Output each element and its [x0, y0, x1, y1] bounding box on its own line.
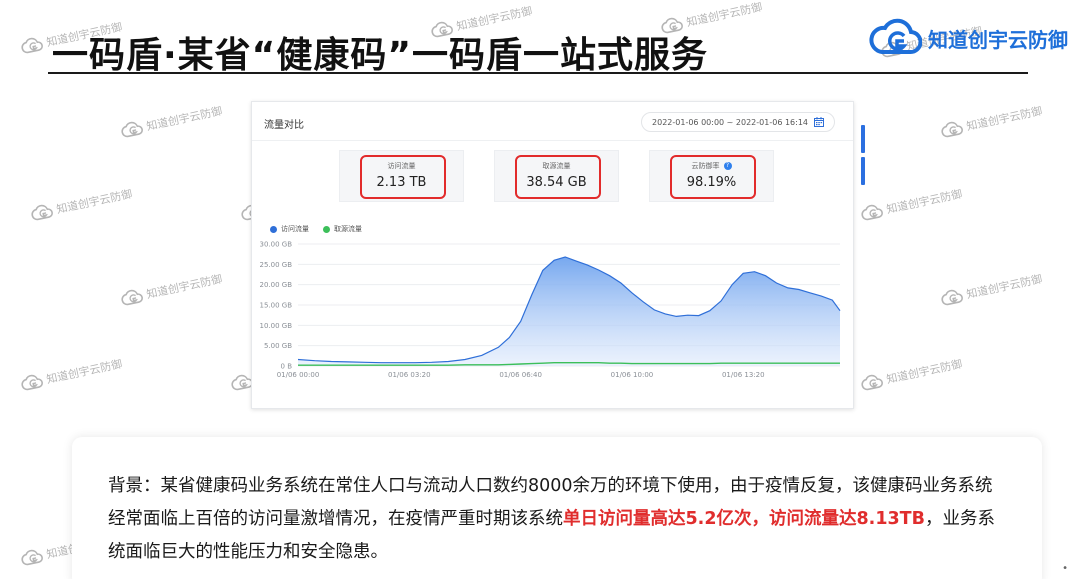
background-text: 背景：某省健康码业务系统在常住人口与流动人口数约8000余万的环境下使用，由于疫… [108, 470, 1008, 569]
watermark: 知道创宇云防御 [859, 184, 963, 223]
chart-legend: 访问流量 取源流量 [270, 224, 362, 234]
panel-title: 流量对比 [264, 120, 304, 131]
watermark: 知道创宇云防御 [119, 101, 223, 140]
background-highlight: 单日访问量高达5.2亿次，访问流量达8.13TB [563, 509, 925, 529]
date-range-picker[interactable]: 2022-01-06 00:00 ~ 2022-01-06 16:14 [641, 112, 835, 132]
page-marker: • [1062, 563, 1068, 574]
brand-name: 知道创宇云防御 [928, 27, 1068, 52]
panel-divider [252, 140, 853, 141]
slide-title: 一码盾·某省“健康码”一码盾一站式服务 [52, 35, 708, 76]
watermark-text: 知道创宇云防御 [45, 357, 124, 387]
traffic-area-chart: 30.00 GB 25.00 GB 20.00 GB 15.00 GB 10.00 GB… [260, 241, 841, 379]
title-underline [48, 72, 1028, 74]
y-tick-label: 20.00 GB [260, 281, 293, 289]
watermark-text: 知道创宇云防御 [965, 104, 1044, 134]
stat-card-defense-rate: 云防御率? 98.19% [649, 150, 774, 202]
brand: 知道创宇云防御 [868, 18, 1068, 58]
watermark-text: 知道创宇云防御 [55, 187, 134, 217]
legend-dot [323, 225, 330, 233]
traffic-dashboard-panel: 流量对比 2022-01-06 00:00 ~ 2022-01-06 16:14… [251, 101, 854, 409]
watermark-text: 知道创宇云防御 [965, 272, 1044, 302]
highlight-box [670, 155, 756, 199]
legend-dot [270, 225, 277, 233]
stat-card-origin-traffic: 取源流量 38.54 GB [494, 150, 619, 202]
legend-item-origin[interactable]: 取源流量 [323, 224, 362, 234]
legend-label: 取源流量 [334, 225, 362, 233]
x-tick-label: 01/06 13:20 [722, 371, 765, 379]
y-tick-label: 25.00 GB [260, 261, 293, 269]
highlight-box [515, 155, 601, 199]
watermark-logo-icon [941, 289, 963, 306]
y-tick-label: 0 B [281, 363, 293, 371]
x-tick-label: 01/06 00:00 [277, 371, 320, 379]
x-tick-label: 01/06 10:00 [611, 371, 654, 379]
date-range-text: 2022-01-06 00:00 ~ 2022-01-06 16:14 [652, 117, 808, 127]
cloud-g-logo-icon [869, 18, 922, 54]
watermark: 知道创宇云防御 [29, 184, 133, 223]
y-tick-label: 5.00 GB [264, 342, 292, 350]
calendar-icon[interactable] [814, 117, 824, 127]
watermark-logo-icon [21, 549, 43, 566]
legend-item-access[interactable]: 访问流量 [270, 224, 309, 234]
watermark-logo-icon [31, 204, 53, 221]
watermark: 知道创宇云防御 [939, 269, 1043, 308]
watermark-logo-icon [861, 374, 883, 391]
watermark-logo-icon [861, 204, 883, 221]
watermark: 知道创宇云防御 [939, 101, 1043, 140]
x-tick-label: 01/06 06:40 [499, 371, 542, 379]
watermark-logo-icon [121, 121, 143, 138]
watermark-logo-icon [941, 121, 963, 138]
watermark-text: 知道创宇云防御 [145, 272, 224, 302]
legend-label: 访问流量 [281, 225, 309, 233]
stat-card-access-traffic: 访问流量 2.13 TB [339, 150, 464, 202]
watermark-logo-icon [21, 374, 43, 391]
y-tick-label: 15.00 GB [260, 302, 293, 310]
x-tick-label: 01/06 03:20 [388, 371, 431, 379]
scroll-indicator[interactable] [861, 125, 865, 153]
watermark: 知道创宇云防御 [119, 269, 223, 308]
watermark: 知道创宇云防御 [19, 354, 123, 393]
watermark-text: 知道创宇云防御 [885, 187, 964, 217]
y-tick-label: 10.00 GB [260, 322, 293, 330]
scroll-indicator[interactable] [861, 157, 865, 185]
watermark-text: 知道创宇云防御 [145, 104, 224, 134]
y-tick-label: 30.00 GB [260, 241, 293, 249]
watermark-logo-icon [121, 289, 143, 306]
watermark-logo-icon [21, 37, 43, 54]
side-scroll-indicators [861, 125, 865, 189]
highlight-box [360, 155, 446, 199]
watermark: 知道创宇云防御 [859, 354, 963, 393]
watermark-text: 知道创宇云防御 [885, 357, 964, 387]
